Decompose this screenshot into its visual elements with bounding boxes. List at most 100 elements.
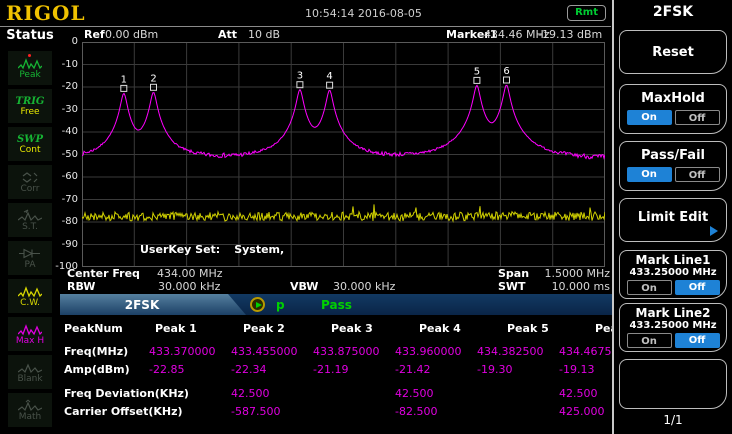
offset-value <box>313 405 395 418</box>
ref-label: Ref <box>84 28 105 41</box>
maxhold-label: MaxHold <box>620 91 726 106</box>
offset-value <box>149 405 231 418</box>
rigol-logo: RIGOL <box>6 1 86 25</box>
peak-marker-number: 5 <box>474 66 480 77</box>
table-row-freq: Freq(MHz) 433.370000 433.455000 433.8750… <box>64 345 641 358</box>
maxhold-off-toggle[interactable]: Off <box>675 110 720 125</box>
col-header: Peak 4 <box>413 322 501 335</box>
y-axis-tick: -40 <box>54 126 78 137</box>
status-item-preamp: PA <box>8 241 52 275</box>
mark-line1-button[interactable]: Mark Line1 433.25000 MHz On Off <box>619 250 727 299</box>
center-freq-value: 434.00 MHz <box>157 267 223 280</box>
span-value: 1.5000 MHz <box>520 267 610 280</box>
cw-waveform-icon <box>18 285 42 298</box>
freq-value: 433.960000 <box>395 345 477 358</box>
status-item-label: PA <box>24 260 35 270</box>
status-item-label: Cont <box>19 145 40 155</box>
passfail-label: Pass/Fail <box>620 148 726 163</box>
ref-value: 0.00 dBm <box>105 28 158 41</box>
blank-waveform-icon <box>18 361 42 374</box>
deviation-value: 42.500 <box>395 387 477 400</box>
table-row-offset: Carrier Offset(KHz) -587.500 -82.500 425… <box>64 405 641 418</box>
amp-value: -21.19 <box>313 363 395 376</box>
menu-title: 2FSK <box>614 4 732 20</box>
sweep-time-waveform-icon <box>18 209 42 222</box>
userkey-label: UserKey Set: <box>140 243 220 256</box>
passfail-off-toggle[interactable]: Off <box>675 167 720 182</box>
mark-line2-on-toggle[interactable]: On <box>627 333 672 348</box>
passfail-button[interactable]: Pass/Fail On Off <box>619 141 727 191</box>
measurement-mode-tab: 2FSK <box>60 294 246 315</box>
status-item-label: Math <box>19 412 42 422</box>
att-label: Att <box>218 28 237 41</box>
peak-marker-icon <box>121 85 127 91</box>
menu-page-indicator: 1/1 <box>614 413 732 427</box>
passfail-on-toggle[interactable]: On <box>627 167 672 182</box>
status-item-blank: Blank <box>8 355 52 389</box>
limit-edit-button[interactable]: Limit Edit <box>619 198 727 242</box>
status-tiles: Peak TRIG Free SWP Cont Corr <box>0 51 60 427</box>
peak-marker-icon <box>474 77 480 83</box>
peak-marker-number: 1 <box>121 74 127 85</box>
amp-value: -19.30 <box>477 363 559 376</box>
status-panel: Status Peak TRIG Free SWP Cont <box>0 27 60 434</box>
row-label-deviation: Freq Deviation(KHz) <box>64 387 149 400</box>
deviation-value <box>313 387 395 400</box>
math-waveform-icon <box>18 399 42 412</box>
mark-line2-value: 433.25000 MHz <box>620 320 726 331</box>
y-axis-tick: -30 <box>54 104 78 115</box>
y-axis: 0-10-20-30-40-50-60-70-80-90-100 <box>56 42 80 267</box>
status-item-maxhold: Max H <box>8 317 52 351</box>
spectrum-analyzer-screen: RIGOL 10:54:14 2016-08-05 Rmt Status Pea… <box>0 0 732 434</box>
offset-value <box>477 405 559 418</box>
maxhold-waveform-icon <box>18 323 42 336</box>
mark-line2-label: Mark Line2 <box>620 306 726 320</box>
peak-marker-number: 2 <box>150 73 156 84</box>
maxhold-button[interactable]: MaxHold On Off <box>619 84 727 134</box>
status-item-label: Peak <box>19 70 40 80</box>
freq-value: 433.875000 <box>313 345 395 358</box>
status-item-label: C.W. <box>20 298 40 308</box>
status-item-sweep-time: S.T. <box>8 203 52 237</box>
status-panel-title: Status <box>0 27 60 43</box>
empty-softkey-button[interactable] <box>619 359 727 409</box>
mark-line2-off-toggle[interactable]: Off <box>675 333 720 348</box>
peak-waveform-icon <box>18 57 42 70</box>
offset-value: -82.500 <box>395 405 477 418</box>
pass-flag: p <box>276 298 285 312</box>
reset-button[interactable]: Reset <box>619 30 727 74</box>
mark-line1-on-toggle[interactable]: On <box>627 280 672 295</box>
marker1-amp: -19.13 dBm <box>538 28 602 41</box>
y-axis-tick: 0 <box>54 36 78 47</box>
mark-line1-off-toggle[interactable]: Off <box>675 280 720 295</box>
maxhold-on-toggle[interactable]: On <box>627 110 672 125</box>
peak-marker-icon <box>504 77 510 83</box>
spectrum-graph: 123456 <box>82 42 605 267</box>
center-freq-label: Center Freq <box>67 267 140 280</box>
amp-value: -22.34 <box>231 363 313 376</box>
mark-line1-label: Mark Line1 <box>620 253 726 267</box>
y-axis-tick: -60 <box>54 171 78 182</box>
measurement-status-bar: 2FSK p Pass <box>60 294 612 315</box>
remote-status-badge: Rmt <box>567 5 606 21</box>
col-header: Peak 5 <box>501 322 589 335</box>
row-label-freq: Freq(MHz) <box>64 345 149 358</box>
y-axis-tick: -50 <box>54 149 78 160</box>
deviation-value <box>477 387 559 400</box>
peak-marker-number: 3 <box>297 71 303 82</box>
offset-value: -587.500 <box>231 405 313 418</box>
freq-value: 434.382500 <box>477 345 559 358</box>
mark-line1-value: 433.25000 MHz <box>620 267 726 278</box>
rbw-value: 30.000 kHz <box>158 280 220 293</box>
status-item-label: Corr <box>20 184 39 194</box>
sweep-mode-tag: SWP <box>17 134 43 145</box>
row-label-offset: Carrier Offset(KHz) <box>64 405 149 418</box>
mark-line2-button[interactable]: Mark Line2 433.25000 MHz On Off <box>619 303 727 352</box>
y-axis-tick: -80 <box>54 216 78 227</box>
peak-marker-number: 6 <box>503 66 509 77</box>
row-label-amp: Amp(dBm) <box>64 363 149 376</box>
preamp-diode-icon <box>18 247 42 260</box>
trigger-mode-tag: TRIG <box>16 96 45 107</box>
peak-dot-icon <box>28 54 31 57</box>
correction-icon <box>18 171 42 184</box>
